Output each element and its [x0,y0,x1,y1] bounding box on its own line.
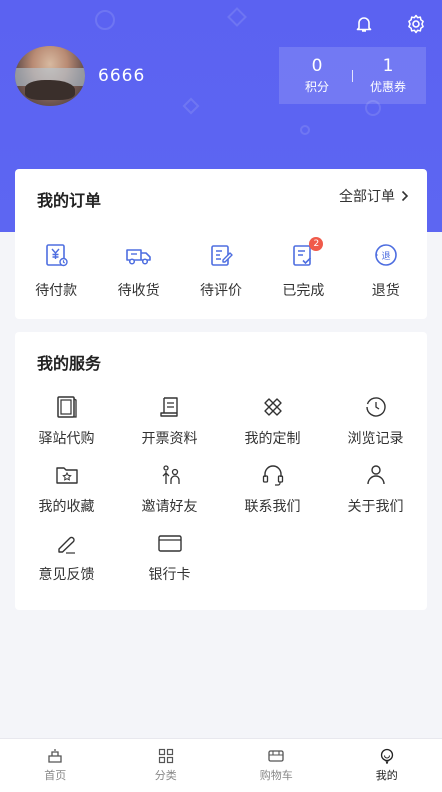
order-status-row: 待付款 待收货 待评价 2 已完成 退 退货 [15,237,427,300]
coupons-stat[interactable]: 1 优惠券 [357,56,419,95]
scroll-icon [157,394,183,420]
service-customization[interactable]: 我的定制 [221,394,324,462]
service-label: 邀请好友 [141,499,198,515]
tab-cart[interactable]: 购物车 [221,739,332,792]
service-proxy-purchase[interactable]: 驿站代购 [15,394,118,462]
service-label: 我的收藏 [38,499,95,515]
chevron-right-icon [401,190,409,202]
user-icon [363,462,389,488]
order-completed[interactable]: 2 已完成 [262,237,344,300]
service-about-us[interactable]: 关于我们 [324,462,427,530]
tab-home[interactable]: 首页 [0,739,111,792]
service-label: 联系我们 [244,499,301,515]
completed-badge: 2 [309,237,324,251]
divider [352,69,353,82]
bottom-tab-bar: 首页 分类 购物车 我的 [0,738,442,792]
pen-icon [54,530,80,556]
edit-icon [207,241,235,269]
username: 6666 [98,66,146,86]
order-completed-label: 已完成 [282,283,325,299]
service-label: 意见反馈 [38,567,95,583]
services-card: 我的服务 驿站代购 开票资料 我的定制 浏览记录 我的收藏 邀请好友 联系我们 … [15,332,427,610]
service-label: 银行卡 [148,567,191,583]
tab-category[interactable]: 分类 [111,739,222,792]
services-title: 我的服务 [37,354,102,373]
order-pending-review-label: 待评价 [199,283,242,299]
order-pending-receipt-label: 待收货 [117,283,160,299]
service-label: 开票资料 [141,431,198,447]
tab-label: 分类 [154,769,177,782]
grid-icon [157,748,175,764]
order-return[interactable]: 退 退货 [345,241,427,300]
service-label: 驿站代购 [38,431,95,447]
orders-title: 我的订单 [37,191,102,210]
wallet-icon [42,241,70,269]
avatar[interactable] [15,46,85,106]
service-invoice-info[interactable]: 开票资料 [118,394,221,462]
order-pending-receipt[interactable]: 待收货 [97,241,179,300]
service-label: 我的定制 [244,431,301,447]
decor-circle [95,10,115,30]
all-orders-link[interactable]: 全部订单 [339,186,409,206]
services-grid: 驿站代购 开票资料 我的定制 浏览记录 我的收藏 邀请好友 联系我们 关于我们 … [15,394,427,598]
truck-icon [125,241,153,269]
all-orders-label: 全部订单 [339,189,395,205]
order-pending-payment[interactable]: 待付款 [15,241,97,300]
points-value: 0 [311,56,323,76]
service-favorites[interactable]: 我的收藏 [15,462,118,530]
service-contact-us[interactable]: 联系我们 [221,462,324,530]
service-invite-friends[interactable]: 邀请好友 [118,462,221,530]
card-icon [157,530,183,556]
invite-icon [157,462,183,488]
decor-diamond [182,97,200,115]
decor-circle [300,125,310,135]
service-label: 浏览记录 [347,431,404,447]
profile-icon [378,748,396,764]
checklist-icon: 2 [289,237,324,269]
tab-label: 我的 [375,769,398,782]
history-icon [363,394,389,420]
tab-label: 购物车 [259,769,293,782]
stats-panel: 0 积分 1 优惠券 [279,47,426,104]
folder-star-icon [54,462,80,488]
coupons-label: 优惠券 [369,80,406,94]
order-pending-review[interactable]: 待评价 [180,241,262,300]
tab-profile[interactable]: 我的 [332,739,442,792]
svg-text:退: 退 [381,251,390,262]
book-icon [54,394,80,420]
points-label: 积分 [304,80,329,94]
bell-icon[interactable] [352,12,376,36]
coupons-value: 1 [382,56,394,76]
headset-icon [260,462,286,488]
return-icon: 退 [372,241,400,269]
service-bank-card[interactable]: 银行卡 [118,530,221,598]
decor-diamond [227,7,247,27]
service-browse-history[interactable]: 浏览记录 [324,394,427,462]
service-label: 关于我们 [347,499,404,515]
order-return-label: 退货 [371,283,400,299]
header-actions [352,12,428,36]
tab-label: 首页 [44,769,67,782]
home-icon [46,748,64,764]
cart-icon [267,748,285,764]
orders-card: 我的订单 全部订单 待付款 待收货 待评价 2 已完成 退 退货 [15,169,427,319]
gear-icon[interactable] [404,12,428,36]
tools-icon [260,394,286,420]
service-feedback[interactable]: 意见反馈 [15,530,118,598]
order-pending-payment-label: 待付款 [35,283,78,299]
points-stat[interactable]: 0 积分 [286,56,348,95]
